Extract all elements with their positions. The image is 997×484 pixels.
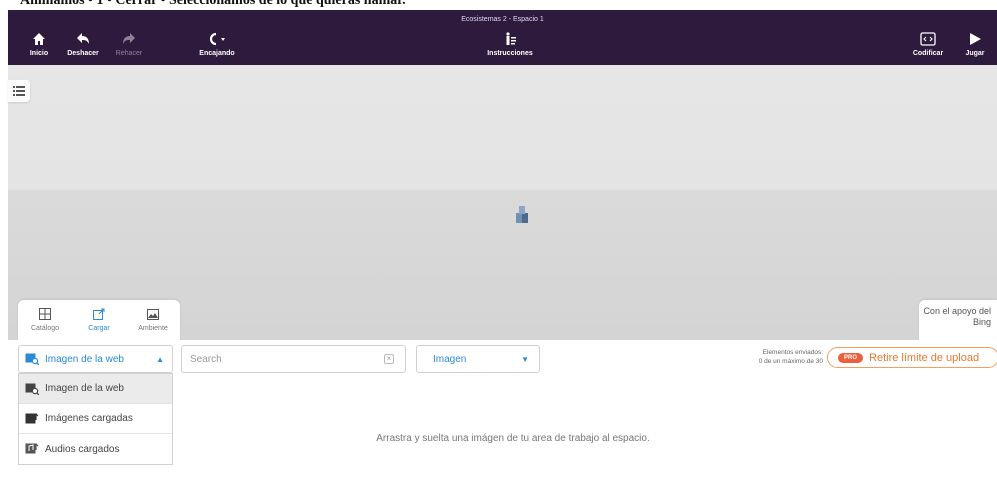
remove-limit-label: Retire límite de upload [869, 351, 980, 364]
search-input[interactable] [181, 345, 406, 373]
library-tabs: Catálogo Cargar Ambiente [18, 300, 180, 340]
play-label: Jugar [965, 50, 985, 57]
web-image-icon [25, 383, 39, 395]
pro-badge: PRO [838, 352, 864, 363]
code-button[interactable]: Codificar [903, 32, 953, 57]
tab-catalog-label: Catálogo [30, 325, 60, 332]
upload-icon [93, 308, 105, 320]
bing-attribution: Con el apoyo del Bing [919, 300, 997, 340]
tab-upload[interactable]: Cargar [75, 308, 123, 332]
dropdown-item-label: Imagen de la web [45, 383, 124, 394]
tab-environment-label: Ambiente [138, 325, 168, 332]
source-select-value: Imagen de la web [45, 353, 124, 365]
top-toolbar: Ecosistemas 2 - Espacio 1 Inicio Deshace… [8, 10, 997, 65]
drop-hint: Arrastra y suelta una imágen de tu area … [376, 433, 650, 444]
environment-icon [147, 309, 159, 320]
source-dropdown-menu: Imagen de la web Imágenes cargadas Audio… [18, 373, 173, 465]
upload-counter: Elementos enviados: 0 de un máximo de 30 [713, 348, 823, 366]
undo-icon [77, 33, 89, 44]
caret-down-icon: ▼ [521, 354, 529, 364]
tab-upload-label: Cargar [88, 325, 110, 332]
home-button[interactable]: Inicio [14, 32, 64, 57]
redo-icon [123, 33, 135, 44]
caret-up-icon: ▲ [156, 354, 164, 364]
remove-limit-button[interactable]: PRO Retire límite de upload [827, 347, 997, 368]
upload-counter-title: Elementos enviados: [762, 349, 823, 356]
instructions-button[interactable]: Instrucciones [480, 32, 540, 57]
type-select[interactable]: Imagen ▼ [416, 345, 540, 373]
undo-label: Deshacer [67, 50, 99, 57]
instructions-icon [506, 32, 516, 45]
code-label: Codificar [912, 50, 944, 57]
web-image-icon [25, 353, 39, 365]
type-select-value: Imagen [433, 353, 467, 365]
tab-catalog[interactable]: Catálogo [21, 308, 69, 332]
scene-list-toggle[interactable] [8, 80, 30, 102]
page-caption: Animamos • 1 • Cerrar • Seleccionamos de… [0, 0, 997, 10]
dropdown-item-label: Imágenes cargadas [45, 413, 133, 424]
source-select[interactable]: Imagen de la web ▲ [18, 345, 173, 373]
home-label: Inicio [29, 50, 49, 57]
scene-canvas[interactable] [8, 65, 997, 340]
tab-environment[interactable]: Ambiente [129, 308, 177, 332]
list-icon [13, 86, 25, 96]
home-icon [33, 33, 45, 45]
grid-icon [39, 308, 51, 320]
instructions-label: Instrucciones [487, 50, 533, 57]
undo-button[interactable]: Deshacer [58, 32, 108, 57]
snapping-label: Encajando [199, 50, 235, 57]
uploaded-image-icon [25, 412, 39, 423]
cube-object[interactable] [515, 206, 529, 224]
clear-search-icon[interactable]: × [384, 354, 394, 364]
redo-button[interactable]: Rehacer [104, 32, 154, 57]
magnet-icon [209, 32, 225, 46]
upload-panel: Imagen de la web ▲ × Imagen ▼ Elementos … [8, 340, 997, 484]
play-button[interactable]: Jugar [950, 32, 997, 57]
space-title: Ecosistemas 2 - Espacio 1 [461, 16, 544, 23]
play-icon [970, 33, 981, 45]
redo-label: Rehacer [115, 50, 143, 57]
dropdown-item-label: Audios cargados [45, 443, 120, 455]
snapping-button[interactable]: Encajando [192, 32, 242, 57]
upload-counter-value: 0 de un máximo de 30 [758, 358, 823, 365]
uploaded-audio-icon [25, 443, 39, 454]
caption-text: Animamos • 1 • Cerrar • Seleccionamos de… [20, 0, 406, 8]
dropdown-item-uploaded-images[interactable]: Imágenes cargadas [19, 404, 172, 434]
dropdown-item-web-image[interactable]: Imagen de la web [19, 374, 172, 404]
code-icon [920, 32, 936, 46]
